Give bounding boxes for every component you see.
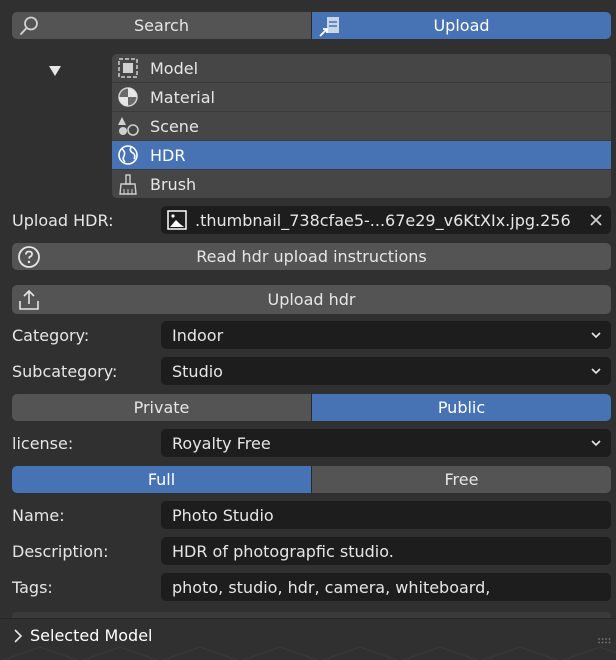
license-label: license: xyxy=(12,433,74,453)
chevron-right-icon[interactable] xyxy=(13,628,23,647)
visibility-switch: Private Public xyxy=(12,394,611,421)
subcategory-value: Studio xyxy=(172,361,223,381)
question-icon xyxy=(17,245,41,269)
full-label: Full xyxy=(147,470,176,489)
upload-tab-label: Upload xyxy=(433,16,490,35)
image-file-icon xyxy=(167,210,187,230)
name-value: Photo Studio xyxy=(172,505,274,525)
material-icon xyxy=(116,85,140,109)
asset-type-label: Brush xyxy=(150,175,197,194)
free-option[interactable]: Free xyxy=(311,466,611,493)
category-value: Indoor xyxy=(172,325,224,345)
tags-value: photo, studio, hdr, camera, whiteboard, xyxy=(172,577,491,597)
clear-file-icon[interactable] xyxy=(581,213,611,227)
collapse-triangle-icon[interactable] xyxy=(48,62,62,81)
description-label: Description: xyxy=(12,541,109,561)
free-label: Free xyxy=(444,470,479,489)
read-instructions-label: Read hdr upload instructions xyxy=(196,247,427,266)
public-option[interactable]: Public xyxy=(311,394,611,421)
selected-model-panel-header[interactable]: Selected Model xyxy=(0,618,616,660)
selected-model-label: Selected Model xyxy=(30,626,153,645)
model-icon xyxy=(116,56,140,80)
license-value: Royalty Free xyxy=(172,433,271,453)
search-tab[interactable]: Search xyxy=(12,12,311,39)
license-dropdown[interactable]: Royalty Free xyxy=(161,429,611,457)
asset-type-material[interactable]: Material xyxy=(112,83,611,112)
asset-type-list: Model Material Scene HDR Brush xyxy=(112,54,611,198)
scene-icon xyxy=(116,114,140,138)
asset-type-brush[interactable]: Brush xyxy=(112,170,611,198)
asset-type-hdr[interactable]: HDR xyxy=(112,141,611,170)
private-option[interactable]: Private xyxy=(12,394,311,421)
tags-label: Tags: xyxy=(12,577,53,597)
drag-handle-icon[interactable] xyxy=(598,629,612,648)
private-label: Private xyxy=(133,398,190,417)
asset-type-scene[interactable]: Scene xyxy=(112,112,611,141)
brush-icon xyxy=(116,173,140,197)
asset-type-label: Model xyxy=(150,58,199,78)
subcategory-dropdown[interactable]: Studio xyxy=(161,357,611,385)
chevron-down-icon xyxy=(591,330,601,340)
name-label: Name: xyxy=(12,505,65,525)
category-dropdown[interactable]: Indoor xyxy=(161,321,611,349)
chevron-down-icon xyxy=(591,366,601,376)
read-instructions-button[interactable]: Read hdr upload instructions xyxy=(12,243,611,270)
asset-type-label: Material xyxy=(150,87,215,107)
search-icon xyxy=(18,15,40,37)
plan-switch: Full Free xyxy=(12,466,611,493)
description-input[interactable]: HDR of photograpfic studio. xyxy=(161,537,611,565)
chevron-down-icon xyxy=(591,438,601,448)
name-input[interactable]: Photo Studio xyxy=(161,501,611,529)
asset-type-label: Scene xyxy=(150,116,199,136)
category-label: Category: xyxy=(12,325,90,345)
full-option[interactable]: Full xyxy=(12,466,311,493)
upload-icon xyxy=(318,14,342,38)
upload-hdr-label-text: Upload hdr xyxy=(267,290,356,309)
mode-switch: Search Upload xyxy=(12,12,611,39)
subcategory-label: Subcategory: xyxy=(12,361,118,381)
description-value: HDR of photograpfic studio. xyxy=(172,541,394,561)
upload-hdr-button[interactable]: Upload hdr xyxy=(12,285,611,314)
tags-input[interactable]: photo, studio, hdr, camera, whiteboard, xyxy=(161,573,611,601)
hdr-globe-icon xyxy=(116,143,140,167)
public-label: Public xyxy=(437,398,486,417)
upload-file-field[interactable]: .thumbnail_738cfae5-...67e29_v6KtXIx.jpg… xyxy=(161,206,611,234)
upload-arrow-icon xyxy=(17,288,41,312)
asset-type-model[interactable]: Model xyxy=(112,54,611,83)
upload-tab[interactable]: Upload xyxy=(311,12,611,39)
upload-file-name: .thumbnail_738cfae5-...67e29_v6KtXIx.jpg… xyxy=(195,210,571,230)
upload-hdr-label: Upload HDR: xyxy=(12,210,114,230)
asset-type-label: HDR xyxy=(150,145,186,165)
search-tab-label: Search xyxy=(134,16,189,35)
